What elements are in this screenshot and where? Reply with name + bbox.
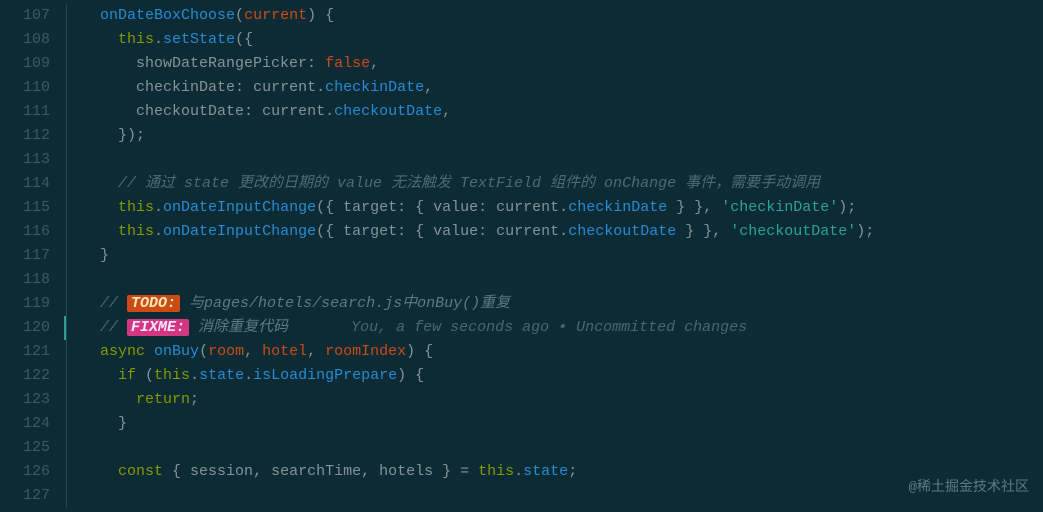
line-number: 123	[0, 388, 62, 412]
code-line[interactable]: this.onDateInputChange({ target: { value…	[82, 220, 1043, 244]
line-number: 121	[0, 340, 62, 364]
line-number: 119	[0, 292, 62, 316]
code-line-blank	[82, 484, 1043, 508]
code-comment: // 通过 state 更改的日期的 value 无法触发 TextField …	[82, 172, 1043, 196]
code-line[interactable]: showDateRangePicker: false,	[82, 52, 1043, 76]
line-number: 125	[0, 436, 62, 460]
code-line[interactable]: }	[82, 412, 1043, 436]
code-line[interactable]: checkoutDate: current.checkoutDate,	[82, 100, 1043, 124]
line-number: 115	[0, 196, 62, 220]
code-editor[interactable]: 1071081091101111121131141151161171181191…	[0, 0, 1043, 512]
line-number: 117	[0, 244, 62, 268]
line-number: 112	[0, 124, 62, 148]
line-number: 109	[0, 52, 62, 76]
todo-comment: // TODO: 与pages/hotels/search.js中onBuy()…	[82, 292, 1043, 316]
line-number: 122	[0, 364, 62, 388]
line-number: 124	[0, 412, 62, 436]
line-number-gutter: 1071081091101111121131141151161171181191…	[0, 4, 62, 508]
line-number: 110	[0, 76, 62, 100]
code-line[interactable]: const { session, searchTime, hotels } = …	[82, 460, 1043, 484]
code-line[interactable]: if (this.state.isLoadingPrepare) {	[82, 364, 1043, 388]
indent-guides	[62, 4, 82, 508]
code-line-blank	[82, 436, 1043, 460]
watermark-text: @稀土掘金技术社区	[909, 476, 1029, 500]
code-line[interactable]: this.setState({	[82, 28, 1043, 52]
code-line[interactable]: this.onDateInputChange({ target: { value…	[82, 196, 1043, 220]
line-number: 126	[0, 460, 62, 484]
line-number: 114	[0, 172, 62, 196]
code-line[interactable]: checkinDate: current.checkinDate,	[82, 76, 1043, 100]
code-line[interactable]: });	[82, 124, 1043, 148]
line-number: 120	[0, 316, 62, 340]
git-blame-annotation: You, a few seconds ago • Uncommitted cha…	[351, 319, 747, 336]
code-line[interactable]: return;	[82, 388, 1043, 412]
code-line[interactable]: }	[82, 244, 1043, 268]
line-number: 118	[0, 268, 62, 292]
fixme-comment: // FIXME: 消除重复代码 You, a few seconds ago …	[82, 316, 1043, 340]
code-line[interactable]: async onBuy(room, hotel, roomIndex) {	[82, 340, 1043, 364]
line-number: 108	[0, 28, 62, 52]
code-line-blank	[82, 148, 1043, 172]
line-number: 127	[0, 484, 62, 508]
code-line-blank	[82, 268, 1043, 292]
code-line[interactable]: onDateBoxChoose(current) {	[82, 4, 1043, 28]
line-number: 111	[0, 100, 62, 124]
line-number: 107	[0, 4, 62, 28]
line-number: 116	[0, 220, 62, 244]
todo-badge: TODO:	[127, 295, 180, 312]
line-number: 113	[0, 148, 62, 172]
fixme-badge: FIXME:	[127, 319, 189, 336]
code-content[interactable]: onDateBoxChoose(current) { this.setState…	[82, 4, 1043, 508]
